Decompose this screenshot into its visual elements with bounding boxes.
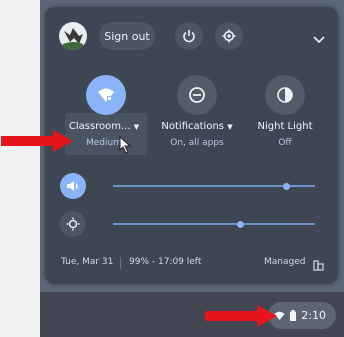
network-label[interactable]: Classroom... ▼ bbox=[67, 121, 141, 132]
power-icon bbox=[183, 30, 195, 43]
battery-status: 99% - 17:09 left bbox=[129, 257, 202, 267]
volume-slider-thumb[interactable] bbox=[283, 182, 291, 190]
night-light-status: Off bbox=[278, 138, 292, 148]
notifications-label[interactable]: Notifications ▼ bbox=[153, 121, 241, 132]
brightness-icon bbox=[66, 217, 80, 231]
settings-button[interactable] bbox=[215, 22, 243, 50]
battery-icon bbox=[290, 310, 297, 321]
power-button[interactable] bbox=[175, 22, 203, 50]
annotation-arrow-left bbox=[1, 130, 73, 156]
volume-slider[interactable] bbox=[113, 182, 315, 190]
enterprise-icon bbox=[313, 256, 324, 275]
volume-icon bbox=[67, 181, 78, 191]
date-label[interactable]: Tue, Mar 31 bbox=[61, 257, 113, 267]
night-light-toggle[interactable] bbox=[265, 75, 305, 115]
wifi-toggle[interactable] bbox=[86, 75, 126, 115]
chevron-down-icon bbox=[313, 36, 325, 44]
collapse-button[interactable] bbox=[313, 29, 325, 48]
do-not-disturb-icon bbox=[189, 87, 205, 103]
mute-button[interactable] bbox=[60, 173, 86, 199]
status-area[interactable]: 2:10 bbox=[268, 302, 336, 329]
notifications-status: On, all apps bbox=[170, 138, 224, 148]
managed-label[interactable]: Managed bbox=[264, 257, 305, 267]
clock: 2:10 bbox=[301, 309, 326, 322]
night-light-label[interactable]: Night Light bbox=[249, 121, 321, 132]
user-avatar[interactable] bbox=[59, 22, 87, 50]
brightness-slider[interactable] bbox=[113, 220, 315, 228]
brightness-button[interactable] bbox=[60, 211, 86, 237]
wifi-icon bbox=[98, 88, 114, 102]
notifications-toggle[interactable] bbox=[177, 75, 217, 115]
night-light-icon bbox=[277, 87, 293, 103]
mouse-cursor-icon bbox=[119, 135, 133, 158]
footer-divider bbox=[120, 257, 121, 269]
brightness-slider-thumb[interactable] bbox=[236, 220, 244, 228]
network-tile-highlight[interactable] bbox=[65, 113, 147, 155]
annotation-arrow-bottom bbox=[205, 305, 277, 331]
quick-settings-panel: Sign out Classroom... ▼ Medium Notificat… bbox=[45, 7, 338, 284]
sign-out-button[interactable]: Sign out bbox=[99, 22, 155, 50]
gear-icon bbox=[222, 29, 236, 43]
